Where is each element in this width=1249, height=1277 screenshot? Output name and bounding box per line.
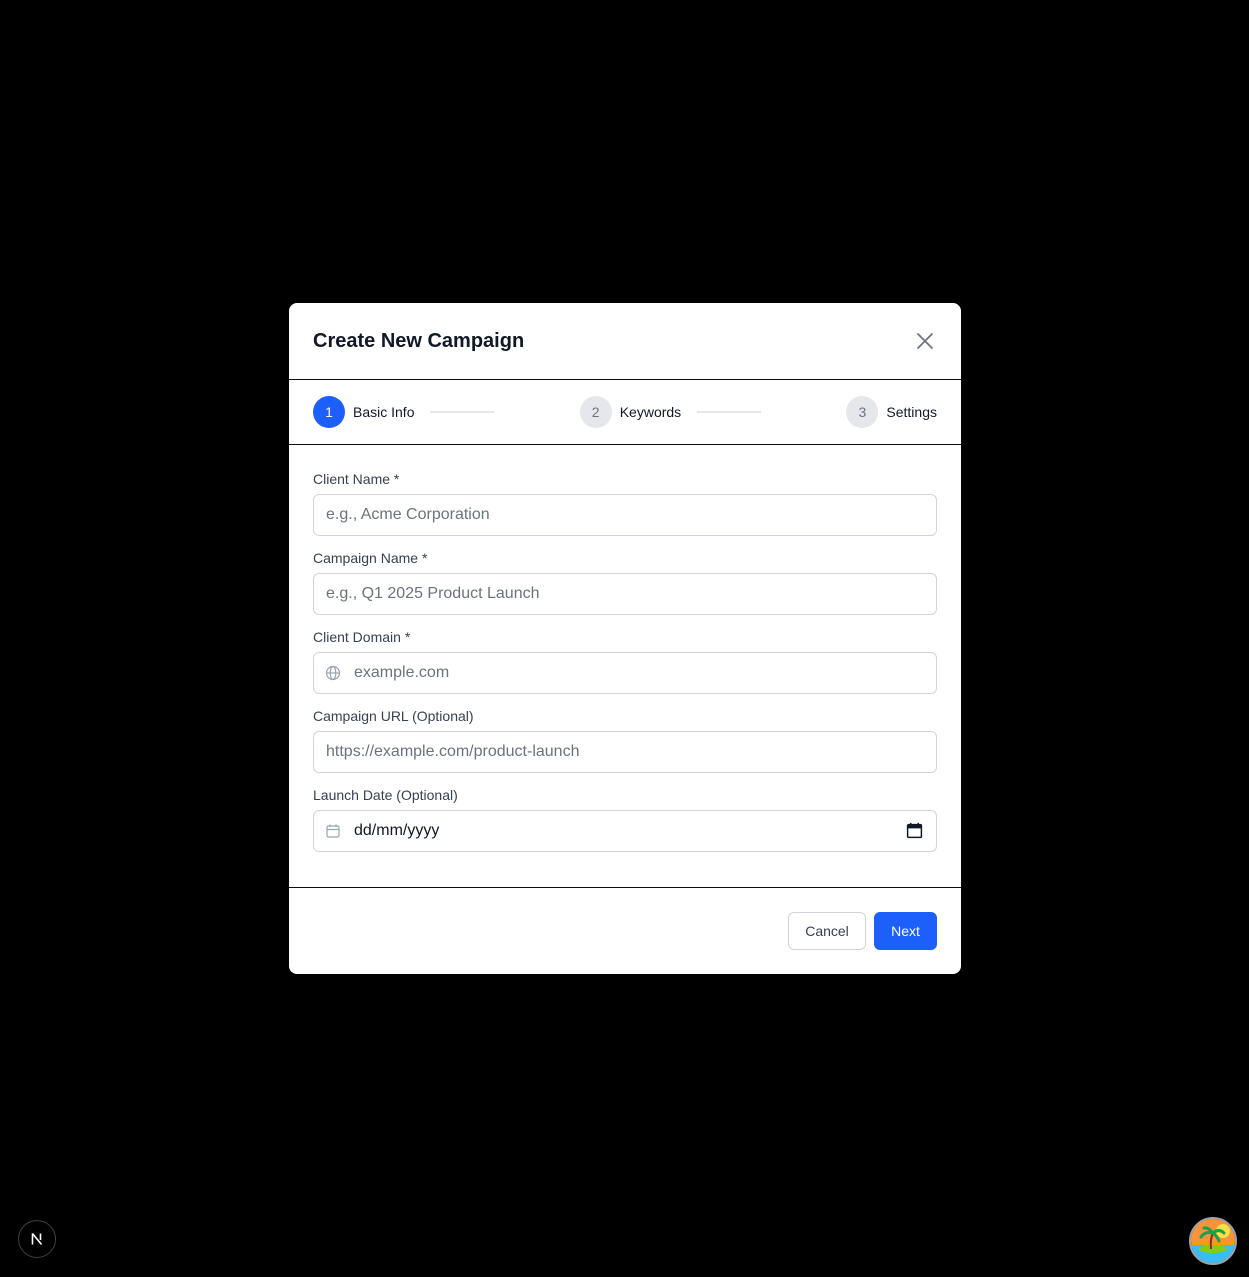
- create-campaign-dialog: Create New Campaign 1 Basic Info 2 Keywo…: [289, 303, 961, 974]
- step-settings: 3 Settings: [846, 396, 937, 428]
- campaign-name-label: Campaign Name *: [313, 550, 428, 566]
- client-domain-input[interactable]: [313, 652, 937, 694]
- client-domain-field: Client Domain *: [313, 629, 937, 694]
- calendar-icon: [326, 824, 340, 838]
- campaign-name-field: Campaign Name *: [313, 550, 937, 615]
- campaign-url-field: Campaign URL (Optional): [313, 708, 937, 773]
- launch-date-field: Launch Date (Optional) dd/mm/yyyy: [313, 787, 937, 852]
- campaign-form: Client Name * Campaign Name * Client Dom…: [289, 445, 961, 888]
- client-name-input[interactable]: [313, 494, 937, 536]
- step-connector: [697, 411, 762, 413]
- step-number: 2: [579, 396, 612, 428]
- step-indicator: 1 Basic Info 2 Keywords 3 Settings: [289, 380, 961, 445]
- dialog-title: Create New Campaign: [313, 329, 525, 352]
- nextjs-logo-icon: [31, 1232, 43, 1246]
- next-button[interactable]: Next: [874, 912, 937, 950]
- date-picker-icon[interactable]: [906, 822, 923, 839]
- step-number: 3: [846, 396, 879, 428]
- cancel-button[interactable]: Cancel: [788, 912, 866, 950]
- step-keywords: 2 Keywords: [579, 396, 762, 428]
- nextjs-dev-indicator[interactable]: [18, 1220, 56, 1258]
- close-icon: [917, 333, 933, 349]
- campaign-url-label: Campaign URL (Optional): [313, 708, 474, 724]
- launch-date-label: Launch Date (Optional): [313, 787, 458, 803]
- dialog-footer: Cancel Next: [289, 888, 961, 974]
- globe-icon: [325, 665, 341, 681]
- client-name-label: Client Name *: [313, 471, 400, 487]
- campaign-url-input[interactable]: [313, 731, 937, 773]
- step-connector: [430, 411, 495, 413]
- date-format-text: dd/mm/yyyy: [354, 822, 440, 839]
- avatar[interactable]: [1189, 1217, 1237, 1265]
- step-label: Basic Info: [353, 404, 415, 420]
- step-label: Settings: [886, 404, 937, 420]
- close-button[interactable]: [913, 329, 937, 353]
- step-label: Keywords: [619, 404, 682, 420]
- dialog-header: Create New Campaign: [289, 303, 961, 380]
- campaign-name-input[interactable]: [313, 573, 937, 615]
- client-name-field: Client Name *: [313, 471, 937, 536]
- step-basic-info: 1 Basic Info: [313, 396, 495, 428]
- client-domain-label: Client Domain *: [313, 629, 411, 645]
- launch-date-input[interactable]: dd/mm/yyyy: [313, 810, 937, 852]
- tropical-island-icon: [1191, 1219, 1235, 1263]
- step-number: 1: [313, 396, 345, 428]
